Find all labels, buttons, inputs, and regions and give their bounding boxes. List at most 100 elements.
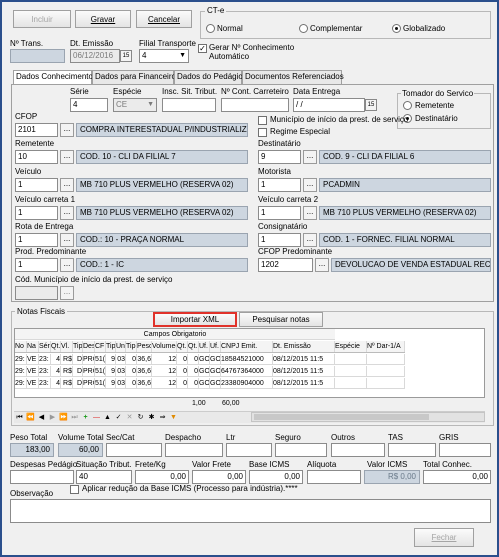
veiculo-code[interactable]: 1 (15, 178, 58, 192)
motorista-lookup-button[interactable]: ... (303, 178, 317, 192)
prod-lookup-button[interactable]: ... (60, 258, 74, 272)
column-header[interactable]: CF (95, 341, 106, 352)
column-header[interactable]: Qt. (51, 341, 61, 352)
insc-field[interactable] (162, 98, 216, 112)
prev-record-icon[interactable]: ◀ (36, 412, 47, 423)
column-header[interactable]: Qt. (188, 341, 199, 352)
first-record-icon[interactable]: ⏮ (14, 412, 25, 423)
column-header[interactable]: Tip (73, 341, 83, 352)
rota-lookup-button[interactable]: ... (60, 233, 74, 247)
importar-xml-button[interactable]: Importar XML (153, 312, 237, 327)
column-header[interactable]: Uf. (199, 341, 210, 352)
tab-dados-pedagio[interactable]: Dados do Pedágio (174, 70, 243, 84)
prod-code[interactable]: 1 (15, 258, 58, 272)
municipio-checkbox[interactable] (258, 116, 267, 125)
carreta2-lookup-button[interactable]: ... (303, 206, 317, 220)
normal-radio[interactable] (206, 24, 215, 33)
ltr-field[interactable] (226, 443, 272, 457)
grid-scrollbar-thumb[interactable] (254, 414, 429, 420)
fechar-button[interactable]: Fechar (414, 528, 474, 547)
refresh-icon[interactable]: ↻ (135, 412, 146, 423)
valor-frete-field[interactable]: 0,00 (192, 470, 246, 484)
column-header[interactable]: Volume( (152, 341, 177, 352)
column-header[interactable]: Espécie (335, 341, 367, 352)
column-header[interactable]: Vl. (61, 341, 73, 352)
column-header[interactable]: Peso (137, 341, 152, 352)
carreta2-code[interactable]: 1 (258, 206, 301, 220)
consignatario-lookup-button[interactable]: ... (303, 233, 317, 247)
remetente-radio[interactable] (403, 101, 412, 110)
column-header[interactable]: Dt. Emissão (273, 341, 335, 352)
table-row[interactable]: 29:VE23:4R$DPRC51(903036,61200GOGO233809… (15, 378, 405, 389)
cfop-field[interactable]: 2101 (15, 123, 58, 137)
data-entrega-field[interactable]: / / (293, 98, 365, 112)
motorista-code[interactable]: 1 (258, 178, 301, 192)
column-header[interactable]: Sér (39, 341, 51, 352)
despacho-field[interactable] (165, 443, 223, 457)
cancelar-button[interactable]: Cancelar (136, 10, 192, 28)
column-header[interactable]: Uni (116, 341, 126, 352)
remetente-lookup-button[interactable]: ... (60, 150, 74, 164)
incluir-button[interactable]: Incluir (13, 10, 71, 28)
cfop-pred-lookup-button[interactable]: ... (315, 258, 329, 272)
column-header[interactable]: Qt. (177, 341, 188, 352)
delete-record-icon[interactable]: — (91, 412, 102, 423)
column-header[interactable]: Des (83, 341, 95, 352)
observacao-field[interactable] (10, 499, 491, 523)
add-record-icon[interactable]: + (80, 412, 91, 423)
sit-trib-field[interactable]: 40 (76, 470, 132, 484)
next-record-icon[interactable]: ▶ (47, 412, 58, 423)
destinatario-code[interactable]: 9 (258, 150, 301, 164)
desp-pedagio-field[interactable] (10, 470, 74, 484)
column-header[interactable]: No (15, 341, 27, 352)
veiculo-lookup-button[interactable]: ... (60, 178, 74, 192)
cod-municipio-lookup-button[interactable]: ... (60, 286, 74, 300)
carreta1-lookup-button[interactable]: ... (60, 206, 74, 220)
column-header[interactable]: Nº Dar-1/A (367, 341, 405, 352)
n-trans-field[interactable] (10, 49, 65, 63)
column-header[interactable]: CNPJ Emit. (221, 341, 273, 352)
complementar-radio[interactable] (299, 24, 308, 33)
cod-municipio-field[interactable] (15, 286, 58, 300)
seguro-field[interactable] (275, 443, 327, 457)
tab-dados-conhecimento[interactable]: Dados Conhecimento (13, 70, 93, 85)
filter-icon[interactable]: ▼ (168, 412, 179, 423)
cfop-lookup-button[interactable]: ... (60, 123, 74, 137)
column-header[interactable]: Tip (126, 341, 137, 352)
column-header[interactable]: Tip (106, 341, 116, 352)
consignatario-code[interactable]: 1 (258, 233, 301, 247)
edit-up-icon[interactable]: ▲ (102, 412, 113, 423)
last-record-icon[interactable]: ⏭ (69, 412, 80, 423)
destinatario-lookup-button[interactable]: ... (303, 150, 317, 164)
table-row[interactable]: 29:VE23:4R$DPRC51(903036,61200GOGO185845… (15, 354, 405, 365)
gravar-button[interactable]: Gravar (75, 10, 131, 28)
calendar-icon[interactable]: 15 (365, 99, 377, 111)
tas-field[interactable] (388, 443, 436, 457)
serie-field[interactable]: 4 (70, 98, 108, 112)
regime-checkbox[interactable] (258, 128, 267, 137)
sec-cat-field[interactable] (106, 443, 162, 457)
cfop-pred-code[interactable]: 1202 (258, 258, 313, 272)
bookmark-icon[interactable]: ✱ (146, 412, 157, 423)
n-cont-field[interactable] (221, 98, 289, 112)
aliquota-field[interactable] (307, 470, 361, 484)
aplicar-reducao-checkbox[interactable] (70, 485, 79, 494)
rota-code[interactable]: 1 (15, 233, 58, 247)
post-icon[interactable]: ✓ (113, 412, 124, 423)
carreta1-code[interactable]: 1 (15, 206, 58, 220)
filial-select[interactable]: 4 ▼ (139, 49, 189, 63)
cancel-edit-icon[interactable]: ✕ (124, 412, 135, 423)
tab-documentos-referenciados[interactable]: Documentos Referenciados (242, 70, 344, 84)
pesquisar-notas-button[interactable]: Pesquisar notas (239, 312, 323, 327)
table-row[interactable]: 29:VE23:4R$DPRC51(903036,61200GOGO647673… (15, 366, 405, 377)
grid-scrollbar[interactable] (251, 412, 485, 422)
frete-kg-field[interactable]: 0,00 (135, 470, 189, 484)
prev-page-icon[interactable]: ⏪ (25, 412, 36, 423)
calendar-icon[interactable]: 15 (120, 50, 132, 62)
remetente-code[interactable]: 10 (15, 150, 58, 164)
column-header[interactable]: Na (27, 341, 39, 352)
total-conhec-field[interactable]: 0,00 (423, 470, 491, 484)
globalizado-radio[interactable] (392, 24, 401, 33)
goto-icon[interactable]: ⇒ (157, 412, 168, 423)
tab-dados-financeiro[interactable]: Dados para Financeiro (92, 70, 176, 84)
